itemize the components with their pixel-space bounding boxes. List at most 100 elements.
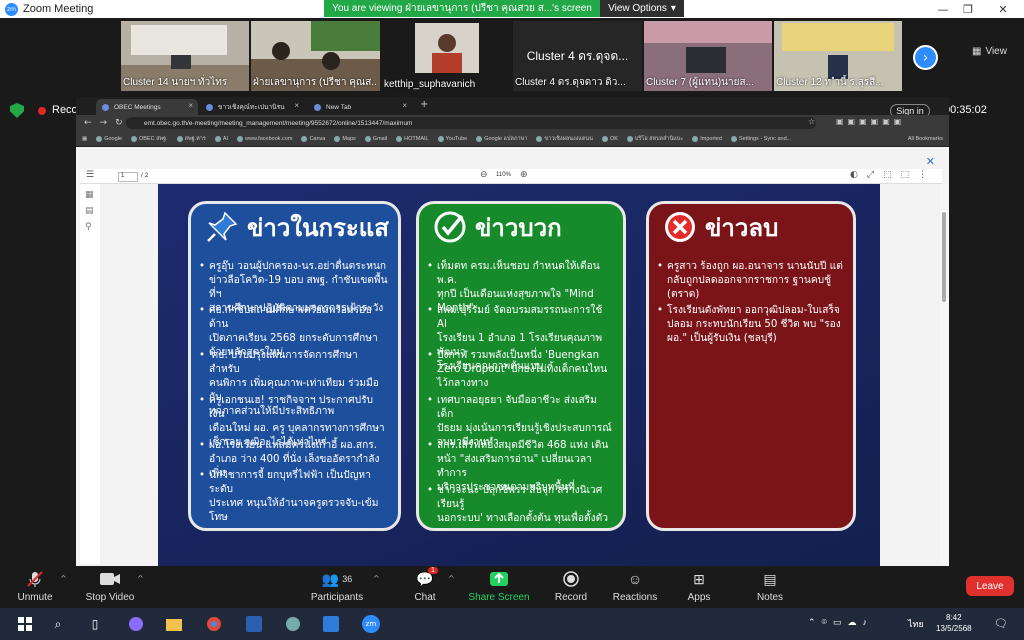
stop-video-button[interactable]: Stop Video bbox=[75, 569, 145, 603]
news-item: ชาวจะนะ ปลุกชีพรร สืบจุก สร้างนิเวศเรียน… bbox=[427, 484, 613, 526]
apps-grid-icon[interactable]: ▦ bbox=[82, 136, 87, 142]
browser-tab[interactable]: New Tab × bbox=[308, 99, 412, 115]
meeting-controls: Unmute ^ Stop Video ^ 👥 36 Participants ^… bbox=[0, 566, 1024, 608]
taskbar-clock[interactable]: 8:42 13/5/2568 bbox=[936, 612, 972, 634]
chat-caret[interactable]: ^ bbox=[448, 574, 455, 583]
bookmark-star-icon[interactable]: ☆ bbox=[808, 117, 815, 126]
system-tray-icons[interactable]: ⌃⌾▭☁♪ bbox=[808, 617, 873, 628]
pdf-viewer: ✕ ☰ 1 / 2 ⊖ 110% ⊕ ◐⤢⬚⬚⋮ ▦ ▤ ⚲ ข่าวในกระ… bbox=[76, 147, 949, 567]
attachment-icon[interactable]: ⚲ bbox=[85, 222, 100, 232]
url-input[interactable]: emt.obec.go.th/e-meeting/meeting_managem… bbox=[126, 117, 816, 129]
zoom-out-icon[interactable]: ⊖ bbox=[480, 170, 488, 180]
file-explorer-icon[interactable] bbox=[165, 615, 183, 633]
record-button[interactable]: Record bbox=[536, 569, 606, 603]
close-viewer-icon[interactable]: ✕ bbox=[926, 155, 935, 168]
bookmark-item[interactable]: YouTube bbox=[437, 135, 467, 142]
positive-news-card: ข่าวบวก เท็มตท ครม.เห็นชอบ กำหนดให้เดือน… bbox=[416, 201, 626, 531]
video-thumbnail[interactable]: ketthip_suphavanich bbox=[382, 21, 511, 91]
bookmark-item[interactable]: Maps bbox=[334, 135, 356, 142]
record-dot-icon bbox=[38, 107, 46, 115]
search-icon[interactable]: ⌕ bbox=[49, 615, 67, 633]
tab-favicon-icon bbox=[314, 104, 321, 111]
video-thumbnail[interactable]: Cluster 4 ดร.ดุจด... Cluster 4 ดร.ดุจดาว… bbox=[513, 21, 642, 91]
next-page-button[interactable]: › bbox=[913, 45, 938, 70]
bookmark-item[interactable]: Google แปลภาษา bbox=[476, 135, 527, 143]
close-tab-icon[interactable]: × bbox=[294, 101, 299, 110]
participants-button[interactable]: 👥 36 Participants bbox=[302, 569, 372, 604]
windows-start-icon[interactable] bbox=[16, 615, 34, 633]
bookmark-item[interactable]: Google bbox=[96, 135, 122, 142]
notes-button[interactable]: ▤ Notes bbox=[735, 569, 805, 604]
new-tab-icon[interactable]: + bbox=[420, 99, 428, 110]
word-icon[interactable] bbox=[245, 615, 263, 633]
pdf-tools-icons[interactable]: ◐⤢⬚⬚⋮ bbox=[850, 170, 936, 180]
apps-button[interactable]: ⊞ Apps bbox=[664, 569, 734, 604]
pin-icon bbox=[205, 210, 239, 244]
bookmark-item[interactable]: AI bbox=[214, 135, 228, 142]
outline-icon[interactable]: ▤ bbox=[85, 206, 100, 216]
leave-button[interactable]: Leave bbox=[966, 576, 1014, 596]
zoom-level[interactable]: 110% bbox=[496, 172, 511, 178]
view-options-button[interactable]: View Options ▾ bbox=[600, 0, 684, 17]
news-item: โรงเรียนดังพัทยา ออกวุฒิปลอม-ใบเสร็จ ปลอ… bbox=[657, 304, 843, 346]
bookmark-item[interactable]: Imported bbox=[692, 135, 722, 142]
reactions-button[interactable]: ☺ Reactions bbox=[600, 569, 670, 603]
video-thumbnail[interactable]: ฝ่ายเลขานุการ (ปรีชา คุณส... bbox=[251, 21, 380, 91]
bookmark-item[interactable]: บริโอ สหบลลำนิแบะ bbox=[626, 135, 683, 143]
notes-icon: ▤ bbox=[763, 570, 777, 587]
browser-tab[interactable]: ขาวเชิงคุณ์ทะเปนานิรน × bbox=[200, 99, 304, 115]
copilot-icon[interactable] bbox=[127, 615, 145, 633]
task-view-icon[interactable]: ▯ bbox=[86, 615, 104, 633]
app-icon[interactable] bbox=[284, 615, 302, 633]
bookmark-item[interactable]: Canva bbox=[301, 135, 325, 142]
close-tab-icon[interactable]: × bbox=[188, 101, 193, 110]
video-thumbnail[interactable]: Cluster 14 นายฯ ทั่วไทร bbox=[121, 21, 249, 91]
zoom-taskbar-icon[interactable]: zm bbox=[362, 615, 380, 633]
bookmarks-bar: ▦ Google OBEC สพฐ. สพฐ.หาร AI www.facebo… bbox=[76, 131, 949, 147]
participants-caret[interactable]: ^ bbox=[373, 574, 380, 583]
minimize-button[interactable]: — bbox=[930, 0, 956, 18]
chrome-icon[interactable] bbox=[205, 615, 223, 633]
video-thumbnail[interactable]: Cluster 12 ท ำนี้ ร.สุรสี... bbox=[774, 21, 902, 91]
share-screen-icon bbox=[464, 569, 534, 589]
bookmark-item[interactable]: ขาวเชิงผลนงงแดนน bbox=[536, 135, 593, 143]
x-icon bbox=[663, 210, 697, 244]
video-thumbnail[interactable]: Cluster 7 (ผู้แทน)นายส... bbox=[644, 21, 772, 91]
check-icon bbox=[433, 210, 467, 244]
page-number-input[interactable]: 1 bbox=[118, 172, 138, 182]
app-icon[interactable] bbox=[322, 615, 340, 633]
bookmark-item[interactable]: OK bbox=[601, 135, 618, 142]
video-options-caret[interactable]: ^ bbox=[137, 574, 144, 583]
close-tab-icon[interactable]: × bbox=[402, 101, 407, 110]
browser-addressbar: ← → ↻ emt.obec.go.th/e-meeting/meeting_m… bbox=[76, 115, 949, 131]
extension-icons[interactable]: ▣▣▣▣▣▣ bbox=[836, 117, 905, 126]
input-language[interactable]: ไทย bbox=[908, 617, 924, 631]
sidebar-toggle-icon[interactable]: ☰ bbox=[86, 170, 94, 180]
chat-badge: 1 bbox=[428, 567, 438, 574]
back-icon[interactable]: ← bbox=[84, 118, 92, 128]
view-button[interactable]: ▦ View bbox=[972, 46, 1007, 57]
audio-options-caret[interactable]: ^ bbox=[60, 574, 67, 583]
reload-icon[interactable]: ↻ bbox=[115, 118, 123, 128]
close-window-button[interactable]: ✕ bbox=[990, 0, 1016, 18]
bookmark-item[interactable]: HOTMAIL bbox=[396, 135, 429, 142]
participants-count: 36 bbox=[342, 574, 353, 584]
pdf-scrollbar[interactable] bbox=[940, 184, 949, 564]
bookmark-item[interactable]: Settings - Sync and... bbox=[730, 135, 791, 142]
zoom-in-icon[interactable]: ⊕ bbox=[520, 170, 528, 180]
bookmark-item[interactable]: OBEC สพฐ. bbox=[130, 135, 168, 143]
video-thumbnail-strip: Cluster 14 นายฯ ทั่วไทร ฝ่ายเลขานุการ (ป… bbox=[0, 18, 1024, 94]
share-screen-button[interactable]: Share Screen bbox=[464, 569, 534, 603]
browser-tabbar: OBEC Meetings × ขาวเชิงคุณ์ทะเปนานิรน × Ne… bbox=[76, 97, 949, 115]
thumbnails-icon[interactable]: ▦ bbox=[85, 190, 100, 200]
shared-browser-window: OBEC Meetings × ขาวเชิงคุณ์ทะเปนานิรน × Ne… bbox=[76, 97, 949, 567]
maximize-button[interactable]: ❐ bbox=[955, 0, 981, 18]
forward-icon[interactable]: → bbox=[100, 118, 108, 128]
browser-tab[interactable]: OBEC Meetings × bbox=[96, 99, 198, 115]
bookmark-item[interactable]: Gmail bbox=[364, 135, 387, 142]
bookmark-item[interactable]: สพฐ.หาร bbox=[176, 135, 206, 143]
notifications-icon[interactable]: 🗨 bbox=[994, 617, 1008, 630]
bookmark-item[interactable]: www.facebook.com bbox=[237, 135, 292, 142]
all-bookmarks-link[interactable]: All Bookmarks bbox=[908, 136, 943, 142]
shield-icon[interactable] bbox=[10, 103, 24, 118]
